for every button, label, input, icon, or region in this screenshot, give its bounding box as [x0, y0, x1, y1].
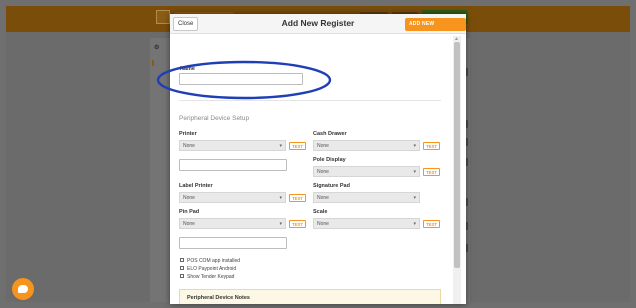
cash-drawer-test-button[interactable]: TEST [423, 142, 440, 150]
pin-pad-extra-input[interactable] [179, 237, 287, 249]
peripheral-notes-title: Peripheral Device Notes [187, 295, 250, 301]
cash-drawer-select[interactable]: None ▾ [313, 140, 420, 151]
pole-display-label: Pole Display [313, 157, 346, 163]
printer-extra-input[interactable] [179, 159, 287, 171]
add-new-register-button[interactable]: ADD NEW REGISTER [405, 18, 466, 40]
pole-display-select[interactable]: None ▾ [313, 166, 420, 177]
scale-test-button[interactable]: TEST [423, 220, 440, 228]
modal-header: Close Add New Register ADD NEW REGISTER [170, 14, 466, 40]
scale-select-value: None [317, 221, 329, 227]
printer-label: Printer [179, 131, 197, 137]
scrollbar-thumb[interactable] [454, 42, 460, 268]
chevron-down-icon: ▾ [279, 143, 282, 149]
label-printer-test-button[interactable]: TEST [289, 194, 306, 202]
checkbox-elo-paypoint[interactable]: ELO Paypoint Android [180, 266, 236, 273]
checkbox-box[interactable] [180, 274, 184, 278]
chat-launcher-button[interactable] [12, 278, 34, 300]
app-side-heading: ⚙ [154, 45, 160, 51]
checkbox-label: Show Tender Keypad [187, 274, 235, 280]
signature-pad-select-value: None [317, 195, 329, 201]
pole-display-test-button[interactable]: TEST [423, 168, 440, 176]
label-printer-select[interactable]: None ▾ [179, 192, 286, 203]
pin-pad-test-button[interactable]: TEST [289, 220, 306, 228]
chevron-down-icon: ▾ [279, 195, 282, 201]
printer-select-value: None [183, 143, 195, 149]
signature-pad-select[interactable]: None ▾ [313, 192, 420, 203]
printer-select[interactable]: None ▾ [179, 140, 286, 151]
section-title: Peripheral Device Setup [179, 115, 250, 122]
annotation-oval [156, 60, 332, 100]
chat-icon [18, 285, 28, 293]
chevron-down-icon: ▾ [413, 221, 416, 227]
checkbox-show-tender-keypad[interactable]: Show Tender Keypad [180, 274, 234, 281]
pin-pad-label: Pin Pad [179, 209, 200, 215]
pin-pad-select[interactable]: None ▾ [179, 218, 286, 229]
add-register-modal: Close Add New Register ADD NEW REGISTER … [170, 14, 466, 304]
section-divider [179, 100, 441, 101]
label-printer-select-value: None [183, 195, 195, 201]
cash-drawer-label: Cash Drawer [313, 131, 347, 137]
checkbox-box[interactable] [180, 266, 184, 270]
pole-display-select-value: None [317, 169, 329, 175]
chevron-down-icon: ▾ [413, 169, 416, 175]
chevron-down-icon: ▾ [413, 195, 416, 201]
pin-pad-select-value: None [183, 221, 195, 227]
checkbox-box[interactable] [180, 258, 184, 262]
cash-drawer-select-value: None [317, 143, 329, 149]
signature-pad-label: Signature Pad [313, 183, 350, 189]
printer-test-button[interactable]: TEST [289, 142, 306, 150]
chevron-down-icon: ▾ [279, 221, 282, 227]
annotation-ellipse [156, 60, 332, 100]
checkbox-label: POS COM app installed [187, 258, 241, 264]
label-printer-label: Label Printer [179, 183, 213, 189]
checkbox-label: ELO Paypoint Android [187, 266, 237, 272]
app-logo [156, 10, 170, 24]
checkbox-pos-com[interactable]: POS COM app installed [180, 258, 240, 265]
chevron-down-icon: ▾ [413, 143, 416, 149]
scale-label: Scale [313, 209, 328, 215]
scale-select[interactable]: None ▾ [313, 218, 420, 229]
